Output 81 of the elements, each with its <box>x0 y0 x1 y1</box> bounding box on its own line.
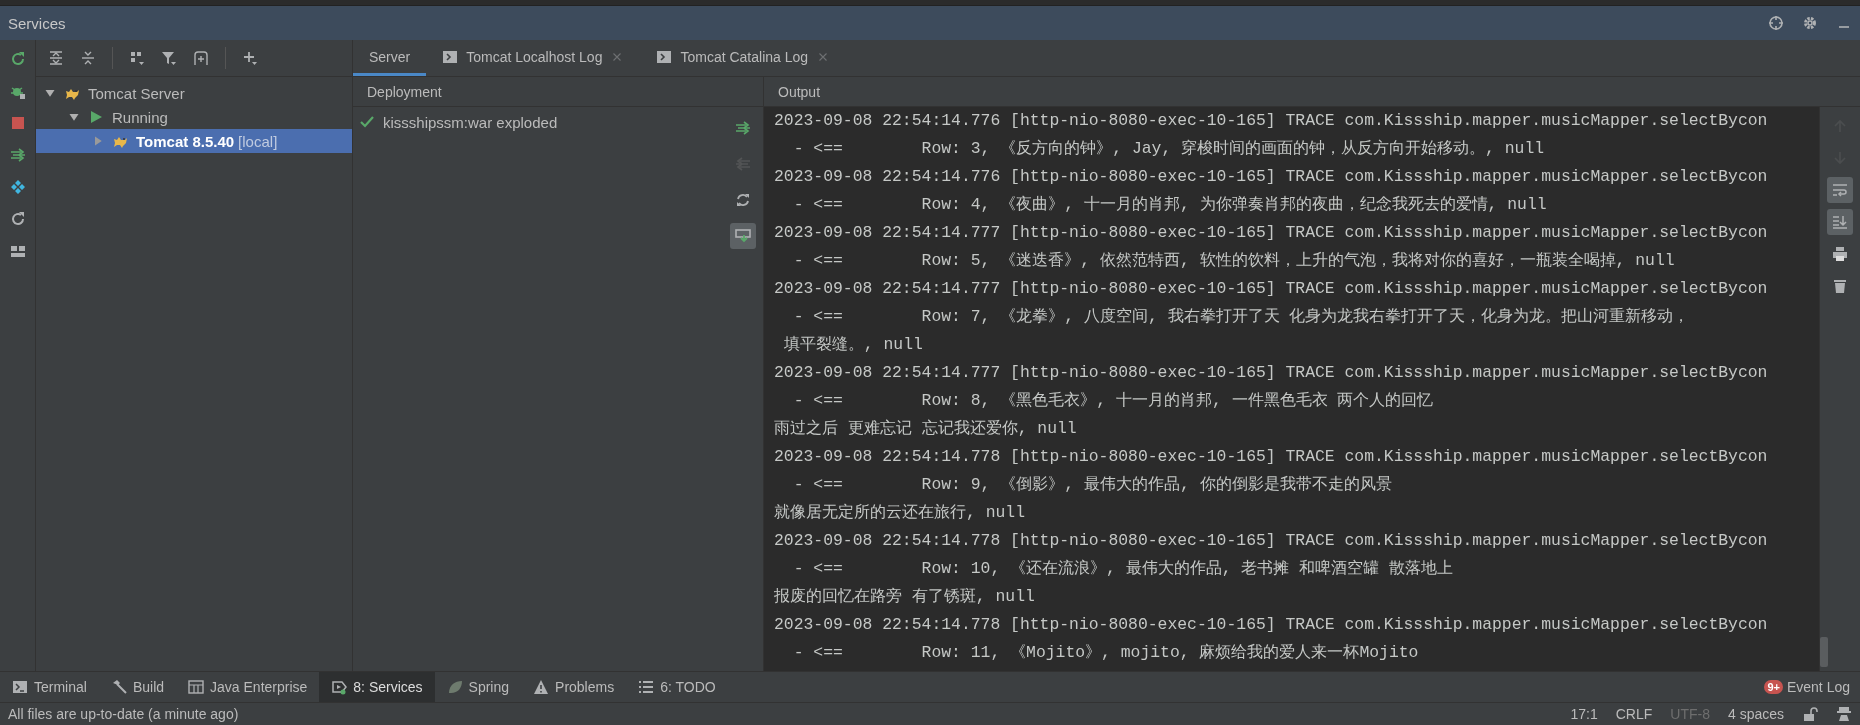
log-line: - <== Row: 9, 《倒影》, 最伟大的作品, 你的倒影是我带不走的风景 <box>792 474 1393 496</box>
target-icon[interactable] <box>1768 15 1784 31</box>
tree-item[interactable]: Tomcat 8.5.40 [local] <box>36 129 352 153</box>
soft-wrap-icon <box>1832 182 1848 198</box>
deployment-item[interactable]: kissshipssm:war exploded <box>383 113 558 131</box>
notification-badge: 9+ <box>1764 680 1783 694</box>
refresh-icon <box>735 192 751 208</box>
log-line: 雨过之后 更难忘记 忘记我还爱你, null <box>774 418 1078 440</box>
figure-icon[interactable] <box>1836 706 1852 722</box>
lock-icon[interactable] <box>1802 706 1818 722</box>
scrollbar-thumb[interactable] <box>1820 637 1828 667</box>
log-line: 报废的回忆在路旁 有了锈斑, null <box>774 586 1036 608</box>
log-line: - <== Row: 11, 《Mojito》, mojito, 麻烦给我的爱人来一杯Mojito <box>792 642 1420 664</box>
tool-window-tab[interactable]: Terminal <box>0 672 99 702</box>
refresh-icon[interactable] <box>9 211 26 227</box>
deploy-icon <box>735 120 751 136</box>
console-icon <box>442 48 459 65</box>
log-line: 2023-09-08 22:54:14.778 [http-nio-8080-exec-10-165] TRACE com.Kissship.mapper.musicMapper.selectBycon <box>774 530 1769 552</box>
tree-item[interactable]: Tomcat Server <box>36 81 352 105</box>
add-icon[interactable] <box>242 50 258 66</box>
tool-window-tab[interactable]: 6: TODO <box>626 672 728 702</box>
trash-icon <box>1832 278 1848 294</box>
status-message: All files are up-to-date (a minute ago) <box>8 706 239 722</box>
print-icon <box>1832 246 1848 262</box>
tab[interactable]: Tomcat Catalina Log <box>640 40 847 76</box>
log-line: 2023-09-08 22:54:14.777 [http-nio-8080-exec-10-165] TRACE com.Kissship.mapper.musicMapper.selectBycon <box>774 222 1769 244</box>
services-icon <box>331 679 348 695</box>
deploy-icon[interactable] <box>9 147 26 163</box>
expand-all-icon[interactable] <box>48 50 64 66</box>
expand-arrow-icon <box>44 87 56 99</box>
warning-icon <box>533 679 550 695</box>
log-line: - <== Row: 3, 《反方向的钟》, Jay, 穿梭时间的画面的钟，从反方向开始移动。, null <box>792 138 1546 160</box>
log-line: - <== Row: 4, 《夜曲》, 十一月的肖邦, 为你弹奏肖邦的夜曲，纪念我死去的爱情, null <box>792 194 1548 216</box>
log-line: 2023-09-08 22:54:14.777 [http-nio-8080-exec-10-165] TRACE com.Kissship.mapper.musicMapper.selectBycon <box>774 278 1769 300</box>
tab[interactable]: Tomcat Localhost Log <box>426 40 641 76</box>
tool-window-tab[interactable]: Problems <box>521 672 627 702</box>
console-icon <box>656 48 673 65</box>
download-button[interactable] <box>730 223 756 249</box>
log-line: - <== Row: 10, 《还在流浪》, 最伟大的作品, 老书摊 和啤酒空罐 散落地上 <box>792 558 1455 580</box>
status-item[interactable]: CRLF <box>1615 706 1653 722</box>
play-icon <box>88 109 104 125</box>
log-line: - <== Row: 7, 《龙拳》, 八度空间, 我右拳打开了天 化身为龙我右拳打开了天，化身为龙。把山河重新移动， <box>792 306 1691 328</box>
expand-arrow-icon <box>68 111 80 123</box>
filter-icon[interactable] <box>161 50 177 66</box>
settings-icon[interactable] <box>1802 15 1818 31</box>
log-line: 2023-09-08 22:54:14.776 [http-nio-8080-exec-10-165] TRACE com.Kissship.mapper.musicMapper.selectBycon <box>774 166 1769 188</box>
expand-arrow-icon <box>92 135 104 147</box>
grid-icon <box>188 679 205 695</box>
window-title: Services <box>8 14 66 32</box>
panel-title: Deployment <box>367 83 442 100</box>
layout-icon[interactable] <box>9 243 26 259</box>
log-line: 2023-09-08 22:54:14.777 [http-nio-8080-exec-10-165] TRACE com.Kissship.mapper.musicMapper.selectBycon <box>774 362 1769 384</box>
collapse-all-icon[interactable] <box>80 50 96 66</box>
download-icon <box>735 228 751 244</box>
log-line: - <== Row: 5, 《迷迭香》, 依然范特西, 软性的饮料，上升的气泡，我将对你的喜好，一瓶装全喝掉, null <box>792 250 1676 272</box>
scroll-end-button[interactable] <box>1827 209 1853 235</box>
log-line: 2023-09-08 22:54:14.776 [http-nio-8080-exec-10-165] TRACE com.Kissship.mapper.musicMapper.selectBycon <box>774 110 1769 132</box>
scroll-to-end-icon <box>1832 214 1848 230</box>
group-icon[interactable] <box>129 50 145 66</box>
leaf-icon <box>446 679 463 695</box>
log-line: - <== Row: 8, 《黑色毛衣》, 十一月的肖邦, 一件黑色毛衣 两个人的回忆 <box>792 390 1435 412</box>
tool-window-tab[interactable]: Build <box>98 672 177 702</box>
event-log-button[interactable]: 9+ Event Log <box>1764 679 1860 695</box>
panel-title: Output <box>778 83 821 100</box>
stop-icon[interactable] <box>9 115 26 131</box>
diamond-icon[interactable] <box>9 179 26 195</box>
tool-window-tab[interactable]: 8: Services <box>319 672 435 702</box>
tree-item[interactable]: Running <box>36 105 352 129</box>
log-line: 2023-09-08 22:54:14.778 [http-nio-8080-exec-10-165] TRACE com.Kissship.mapper.musicMapper.selectBycon <box>774 614 1769 636</box>
rerun-icon[interactable] <box>9 51 26 67</box>
log-line: 2023-09-08 22:54:14.778 [http-nio-8080-exec-10-165] TRACE com.Kissship.mapper.musicMapper.selectBycon <box>774 446 1769 468</box>
terminal-icon <box>12 679 28 695</box>
new-tab-icon[interactable] <box>193 50 209 66</box>
wrap-button[interactable] <box>1827 177 1853 203</box>
list-icon <box>638 679 655 695</box>
tool-window-tab[interactable]: Spring <box>434 672 522 702</box>
log-line: 填平裂缝。, null <box>782 334 924 356</box>
tool-window-tab[interactable]: Java Enterprise <box>176 672 320 702</box>
status-item[interactable]: 17:1 <box>1570 706 1598 722</box>
status-item[interactable]: 4 spaces <box>1727 706 1784 722</box>
log-line: 就像居无定所的云还在旅行, null <box>774 502 1027 524</box>
